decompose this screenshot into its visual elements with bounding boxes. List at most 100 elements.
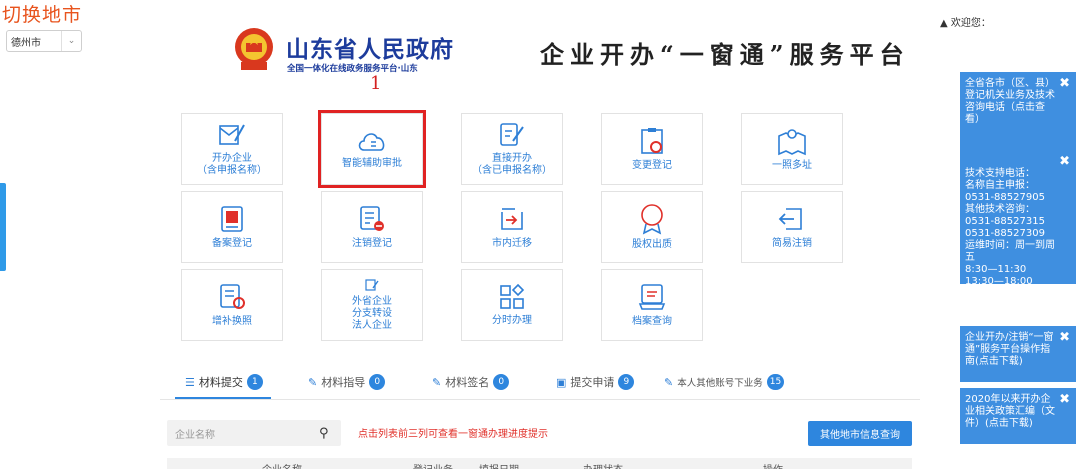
tile-label: 市内迁移 [492,238,532,249]
doc-minus-icon [360,206,384,231]
col-header-action: 操作 [763,461,783,469]
side-panel-text: 企业开办/注销“一窗通”服务平台操作指南(点击下载) [965,332,1054,367]
tab-bar: ☰ 材料提交 1 ✎ 材料指导 0 ✎ 材料签名 0 ▣ 提交申请 9 ✎ 本人… [160,372,920,400]
city-select[interactable]: 德州市 ⌄ [6,30,82,52]
tab-badge: 9 [618,374,635,390]
move-box-icon [501,208,523,230]
briefcase-icon: ▣ [556,375,567,389]
tile-timed-processing[interactable]: 分时办理 [461,269,563,341]
tab-badge: 0 [493,374,510,390]
tab-badge: 1 [246,374,263,390]
tab-submit-application[interactable]: ▣ 提交申请 9 [556,374,635,390]
tile-local-migration[interactable]: 市内迁移 [461,191,563,263]
page: 切换地市 德州市 ⌄ 山东省人民政府 全国一体化在线政务服务平台·山东 1 企业… [0,0,1080,469]
tile-label: 外省企业 分支转设 法人企业 [352,296,392,331]
tab-label: 材料签名 [445,376,490,389]
active-tab-indicator [175,397,271,399]
city-select-value: 德州市 [11,37,41,49]
tile-simple-deregistration[interactable]: 简易注销 [741,191,843,263]
grid-diamond-icon [500,283,525,309]
tile-change-registration[interactable]: 变更登记 [601,113,703,185]
cloud-icon [358,133,385,151]
tile-label: 档案查询 [632,316,672,327]
city-switch-title: 切换地市 [2,4,83,26]
search-input[interactable]: 企业名称 [167,426,319,441]
map-pin-icon [778,129,806,156]
welcome-label: 欢迎您： [950,18,991,29]
side-panel-consult-phones[interactable]: 全省各市（区、县）登记机关业务及技术咨询电话（点击查看） ✖ [960,72,1076,150]
edit-icon: ✎ [432,375,442,389]
side-panel-guide-download[interactable]: 企业开办/注销“一窗通”服务平台操作指南(点击下载) ✖ [960,326,1076,382]
star-doc-icon [221,206,243,232]
tile-smart-approval[interactable]: 智能辅助审批 [318,110,426,188]
national-emblem-icon [235,28,273,70]
tab-other-accounts[interactable]: ✎ 本人其他账号下业务 15 [664,374,785,390]
tile-archive-query[interactable]: 档案查询 [601,269,703,341]
progress-hint: 点击列表前三列可查看一窗通办理进度提示 [358,429,548,440]
table-header: 企业名称 登记业务 填报日期 办理状态 操作 [167,458,912,469]
tile-label: 增补换照 [212,316,252,327]
gov-subtitle: 全国一体化在线政务服务平台·山东 [287,64,418,74]
search-box[interactable]: 企业名称 ⚲ [167,420,341,446]
tile-label: 简易注销 [772,238,812,249]
close-icon[interactable]: ✖ [1059,331,1070,344]
tile-label: 股权出质 [632,239,672,250]
tile-multi-address[interactable]: 一照多址 [741,113,843,185]
tab-label: 材料提交 [198,376,243,389]
tile-label: 注销登记 [352,238,392,249]
tile-open-business[interactable]: 开办企业 （含申报名称） [181,113,283,185]
tab-badge: 15 [766,374,785,390]
tab-badge: 0 [369,374,386,390]
close-icon[interactable]: ✖ [1059,77,1070,90]
tile-label: 直接开办 （含已申报名称） [472,153,552,176]
tab-material-guide[interactable]: ✎ 材料指导 0 [308,374,386,390]
edit-doc-icon [500,123,524,146]
tile-label: 变更登记 [632,160,672,171]
col-header-date: 填报日期 [479,461,519,469]
side-panel-text: 2020年以来开办企业相关政策汇编（文件）(点击下载) [965,394,1055,429]
chevron-down-icon: ⌄ [61,31,81,51]
col-header-status: 办理状态 [583,461,623,469]
list-icon: ☰ [185,375,195,389]
col-header-business: 登记业务 [413,461,453,469]
tab-label: 提交申请 [570,376,615,389]
tile-label: 备案登记 [212,238,252,249]
left-side-tab[interactable] [0,183,6,271]
archive-icon [638,284,666,310]
other-city-query-button[interactable]: 其他地市信息查询 [808,421,912,446]
side-panel-text: 全省各市（区、县）登记机关业务及技术咨询电话（点击查看） [965,78,1055,125]
tile-label: 开办企业 （含申报名称） [197,153,267,176]
side-panel-policy-download[interactable]: 2020年以来开办企业相关政策汇编（文件）(点击下载) ✖ [960,388,1076,444]
user-icon: ▲ [940,18,948,29]
search-icon[interactable]: ⚲ [319,426,341,441]
tile-label: 分时办理 [492,315,532,326]
clipboard-refresh-icon [641,128,663,154]
platform-title: 企业开办“一窗通”服务平台 [540,40,910,69]
tile-filing-registration[interactable]: 备案登记 [181,191,283,263]
tile-label: 一照多址 [772,160,812,171]
tab-label: 材料指导 [321,376,366,389]
small-edit-icon [365,279,379,291]
close-icon[interactable]: ✖ [1059,155,1070,168]
doc-badge-icon [220,284,245,309]
tile-branch-conversion[interactable]: 外省企业 分支转设 法人企业 [321,269,423,341]
gov-name: 山东省人民政府 [286,37,454,63]
close-icon[interactable]: ✖ [1059,393,1070,406]
welcome-text: ▲ 欢迎您： [940,14,991,29]
edit-icon: ✎ [664,375,674,389]
tile-label: 智能辅助审批 [342,158,402,169]
side-panel-tech-support[interactable]: 技术支持电话： 名称自主申报： 0531-88527905 其他技术咨询： 05… [960,150,1076,287]
annotation-marker: 1 [370,73,382,94]
tile-license-reissue[interactable]: 增补换照 [181,269,283,341]
equity-medal-icon [641,204,663,235]
register-pen-icon [219,124,245,145]
tab-label: 本人其他账号下业务 [677,378,763,389]
tile-deregistration[interactable]: 注销登记 [321,191,423,263]
col-header-company: 企业名称 [262,461,302,469]
tile-direct-open[interactable]: 直接开办 （含已申报名称） [461,113,563,185]
tab-material-sign[interactable]: ✎ 材料签名 0 [432,374,510,390]
tile-equity-pledge[interactable]: 股权出质 [601,191,703,263]
side-panel-text: 技术支持电话： 名称自主申报： 0531-88527905 其他技术咨询： 05… [965,168,1055,287]
edit-icon: ✎ [308,375,318,389]
tab-material-submit[interactable]: ☰ 材料提交 1 [185,374,263,390]
